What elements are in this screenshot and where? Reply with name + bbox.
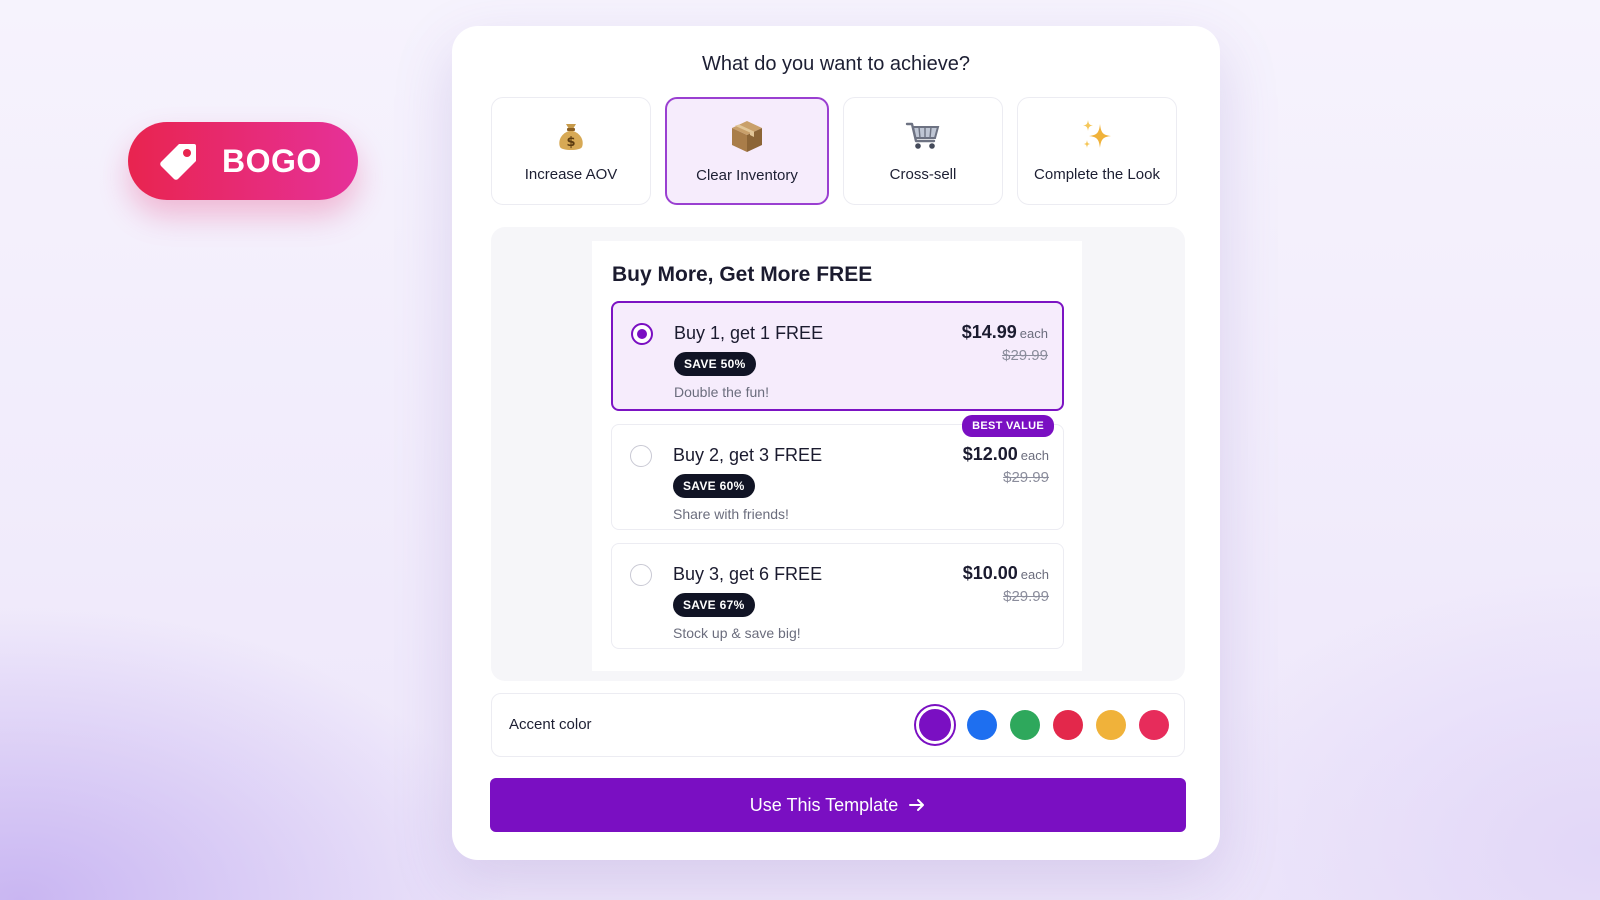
bundle-preview: Buy More, Get More FREE Buy 1, get 1 FRE… xyxy=(592,241,1082,671)
swatch-blue[interactable] xyxy=(967,710,997,740)
swatch-green[interactable] xyxy=(1010,710,1040,740)
radio-button[interactable] xyxy=(631,323,653,345)
offer-old-price: $29.99 xyxy=(1003,588,1049,605)
save-badge: SAVE 60% xyxy=(673,474,755,498)
offer-price: $12.00 each xyxy=(962,444,1049,464)
offer-old-price: $29.99 xyxy=(1003,469,1049,486)
bogo-badge: BOGO xyxy=(128,122,358,200)
goal-complete-the-look[interactable]: Complete the Look xyxy=(1017,97,1177,205)
offer-title: Buy 3, get 6 FREE xyxy=(673,564,823,584)
preview-area: Buy More, Get More FREE Buy 1, get 1 FRE… xyxy=(491,227,1185,681)
swatch-yellow[interactable] xyxy=(1096,710,1126,740)
goal-increase-aov[interactable]: $ Increase AOV xyxy=(491,97,651,205)
price-tag-icon xyxy=(160,144,196,180)
goal-clear-inventory[interactable]: Clear Inventory xyxy=(665,97,829,205)
offer-subtitle: Double the fun! xyxy=(674,384,769,400)
offer-option-3[interactable]: Buy 3, get 6 FREE SAVE 67% Stock up & sa… xyxy=(611,543,1064,649)
goal-options: $ Increase AOV Clear Inventory Cross-sel… xyxy=(491,97,1177,205)
offer-subtitle: Stock up & save big! xyxy=(673,625,801,641)
accent-color-label: Accent color xyxy=(509,716,592,733)
swatch-red[interactable] xyxy=(1053,710,1083,740)
accent-color-picker: Accent color xyxy=(491,693,1185,757)
use-template-button[interactable]: Use This Template xyxy=(490,778,1186,832)
offer-price: $14.99 each xyxy=(961,322,1048,342)
best-value-badge: BEST VALUE xyxy=(962,415,1054,437)
preview-title: Buy More, Get More FREE xyxy=(612,263,873,286)
sparkles-icon xyxy=(1083,120,1111,148)
save-badge: SAVE 67% xyxy=(673,593,755,617)
goal-label: Increase AOV xyxy=(524,166,618,183)
page-title: What do you want to achieve? xyxy=(702,53,970,75)
bogo-label: BOGO xyxy=(222,142,322,179)
use-template-label: Use This Template xyxy=(749,794,899,815)
offer-old-price: $29.99 xyxy=(1002,347,1048,364)
arrow-right-icon xyxy=(909,799,925,811)
offer-option-1[interactable]: Buy 1, get 1 FREE SAVE 50% Double the fu… xyxy=(611,301,1064,411)
radio-button[interactable] xyxy=(630,445,652,467)
svg-text:$: $ xyxy=(566,135,575,150)
offer-title: Buy 1, get 1 FREE xyxy=(674,323,824,343)
shopping-cart-icon xyxy=(905,122,940,149)
goal-label: Cross-sell xyxy=(889,166,957,183)
save-badge: SAVE 50% xyxy=(674,352,756,376)
color-swatches xyxy=(916,706,1169,744)
package-box-icon xyxy=(732,121,762,152)
radio-button[interactable] xyxy=(630,564,652,586)
template-card: What do you want to achieve? $ Increase … xyxy=(452,26,1220,860)
money-bag-icon: $ xyxy=(559,124,583,150)
goal-label: Clear Inventory xyxy=(696,167,798,184)
offer-title: Buy 2, get 3 FREE xyxy=(673,445,823,465)
swatch-purple[interactable] xyxy=(916,706,954,744)
swatch-pink[interactable] xyxy=(1139,710,1169,740)
offer-subtitle: Share with friends! xyxy=(673,506,789,522)
offer-price: $10.00 each xyxy=(962,563,1049,583)
goal-label: Complete the Look xyxy=(1034,166,1160,183)
goal-cross-sell[interactable]: Cross-sell xyxy=(843,97,1003,205)
offer-option-2[interactable]: BEST VALUE Buy 2, get 3 FREE SAVE 60% Sh… xyxy=(611,415,1064,530)
